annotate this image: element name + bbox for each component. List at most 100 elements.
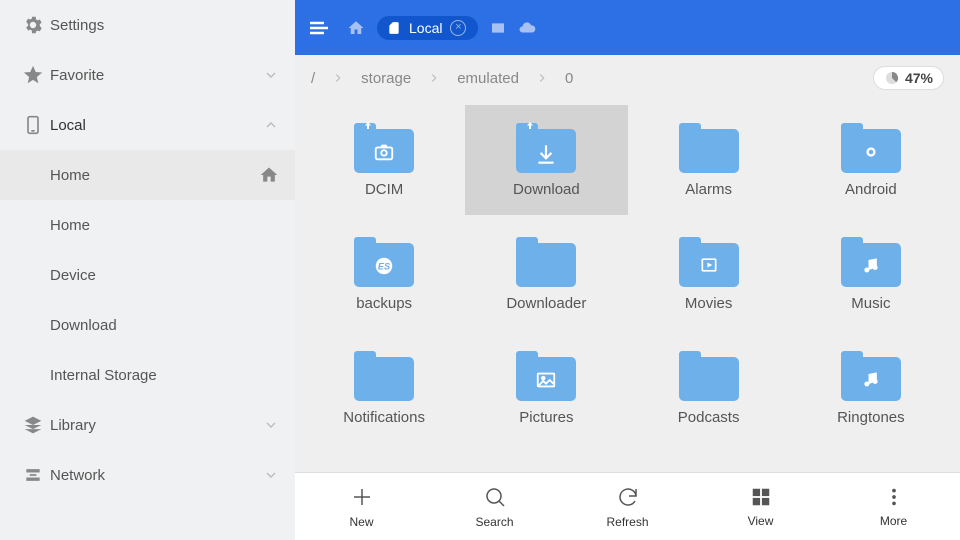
cloud-icon[interactable] <box>518 19 536 37</box>
sidebar-item-label: Download <box>50 317 279 334</box>
main: Local × / storage emulated 0 <box>295 0 960 540</box>
folder-overlay-icon: ES <box>373 255 395 277</box>
bottom-new-button[interactable]: New <box>295 473 428 540</box>
svg-text:ES: ES <box>378 261 391 271</box>
bottom-view-button[interactable]: View <box>694 473 827 540</box>
chevron-right-icon <box>535 71 549 85</box>
layers-icon <box>16 415 50 435</box>
network-icon <box>16 465 50 485</box>
tab-local[interactable]: Local × <box>377 16 478 40</box>
star-icon <box>16 64 50 86</box>
folder-item[interactable]: Downloader <box>465 219 627 329</box>
folder-item[interactable]: ES backups <box>303 219 465 329</box>
chevron-right-icon <box>427 71 441 85</box>
chevron-up-icon <box>263 117 279 133</box>
sidebar-item-label: Local <box>50 117 263 134</box>
folder-icon <box>516 123 576 173</box>
sidebar-item-device[interactable]: Device <box>0 250 295 300</box>
window-icon[interactable] <box>490 20 506 36</box>
menu-icon[interactable] <box>307 16 331 40</box>
sidebar-item-label: Settings <box>50 17 279 34</box>
folder-overlay-icon <box>861 369 881 389</box>
sidebar-item-label: Favorite <box>50 67 263 84</box>
folder-icon <box>516 351 576 401</box>
more-icon <box>883 486 905 508</box>
folder-label: Pictures <box>519 409 573 426</box>
sidebar-item-label: Internal Storage <box>50 367 279 384</box>
folder-label: backups <box>356 295 412 312</box>
bottom-label: View <box>748 514 774 528</box>
folder-item[interactable]: Pictures <box>465 333 627 443</box>
folder-overlay-icon <box>533 141 559 167</box>
folder-icon <box>841 123 901 173</box>
sidebar-item-library[interactable]: Library <box>0 400 295 450</box>
folder-item[interactable]: Movies <box>628 219 790 329</box>
storage-badge[interactable]: 47% <box>873 66 944 90</box>
sidebar-item-label: Home <box>50 217 279 234</box>
folder-item[interactable] <box>303 447 465 472</box>
refresh-icon <box>616 485 640 509</box>
folder-item[interactable]: Ringtones <box>790 333 952 443</box>
chevron-right-icon <box>331 71 345 85</box>
tab-label: Local <box>409 20 442 36</box>
folder-label: Downloader <box>506 295 586 312</box>
sidebar-item-network[interactable]: Network <box>0 450 295 500</box>
crumb-root[interactable]: / <box>311 70 315 87</box>
folder-item[interactable]: Music <box>790 219 952 329</box>
sidebar-item-internal-storage[interactable]: Internal Storage <box>0 350 295 400</box>
grid-icon <box>750 486 772 508</box>
sidebar-item-settings[interactable]: Settings <box>0 0 295 50</box>
crumb-segment[interactable]: storage <box>361 70 411 87</box>
folder-item[interactable] <box>628 447 790 472</box>
folder-item[interactable]: Alarms <box>628 105 790 215</box>
folder-item[interactable]: DCIM <box>303 105 465 215</box>
sidebar-item-download[interactable]: Download <box>0 300 295 350</box>
bottom-label: New <box>349 515 373 529</box>
folder-icon <box>679 351 739 401</box>
folder-label: Podcasts <box>678 409 740 426</box>
sidebar-item-label: Home <box>50 167 259 184</box>
folder-item[interactable] <box>465 447 627 472</box>
bottom-search-button[interactable]: Search <box>428 473 561 540</box>
folder-icon <box>679 237 739 287</box>
storage-percent: 47% <box>905 70 933 86</box>
home-tab-icon[interactable] <box>347 19 365 37</box>
header: Local × <box>295 0 960 55</box>
folder-item[interactable]: Podcasts <box>628 333 790 443</box>
close-tab-icon[interactable]: × <box>450 20 466 36</box>
sidebar-item-home-active[interactable]: Home <box>0 150 295 200</box>
folder-overlay-icon <box>699 255 719 275</box>
sidebar-item-label: Network <box>50 467 263 484</box>
bottom-more-button[interactable]: More <box>827 473 960 540</box>
chevron-down-icon <box>263 67 279 83</box>
folder-label: Alarms <box>685 181 732 198</box>
folder-icon <box>516 237 576 287</box>
crumb-segment[interactable]: 0 <box>565 70 573 87</box>
search-icon <box>483 485 507 509</box>
sidebar-item-favorite[interactable]: Favorite <box>0 50 295 100</box>
sidebar-item-home[interactable]: Home <box>0 200 295 250</box>
sidebar-item-label: Device <box>50 267 279 284</box>
folder-icon <box>679 123 739 173</box>
folder-label: Download <box>513 181 580 198</box>
folder-icon <box>841 237 901 287</box>
folder-item[interactable]: Notifications <box>303 333 465 443</box>
folder-icon <box>354 123 414 173</box>
folder-label: DCIM <box>365 181 403 198</box>
folder-overlay-icon <box>861 255 881 275</box>
folder-item[interactable]: Download <box>465 105 627 215</box>
folder-grid: DCIM Download Alarms Android ES b <box>295 101 960 472</box>
phone-icon <box>16 115 50 135</box>
bottom-refresh-button[interactable]: Refresh <box>561 473 694 540</box>
folder-label: Android <box>845 181 897 198</box>
bottom-label: Refresh <box>606 515 648 529</box>
crumb-segment[interactable]: emulated <box>457 70 519 87</box>
sidebar-item-local[interactable]: Local <box>0 100 295 150</box>
folder-item[interactable]: Android <box>790 105 952 215</box>
chevron-down-icon <box>263 467 279 483</box>
folder-overlay-icon <box>373 141 395 163</box>
piechart-icon <box>884 70 900 86</box>
folder-icon <box>354 351 414 401</box>
folder-label: Movies <box>685 295 733 312</box>
chevron-down-icon <box>263 417 279 433</box>
